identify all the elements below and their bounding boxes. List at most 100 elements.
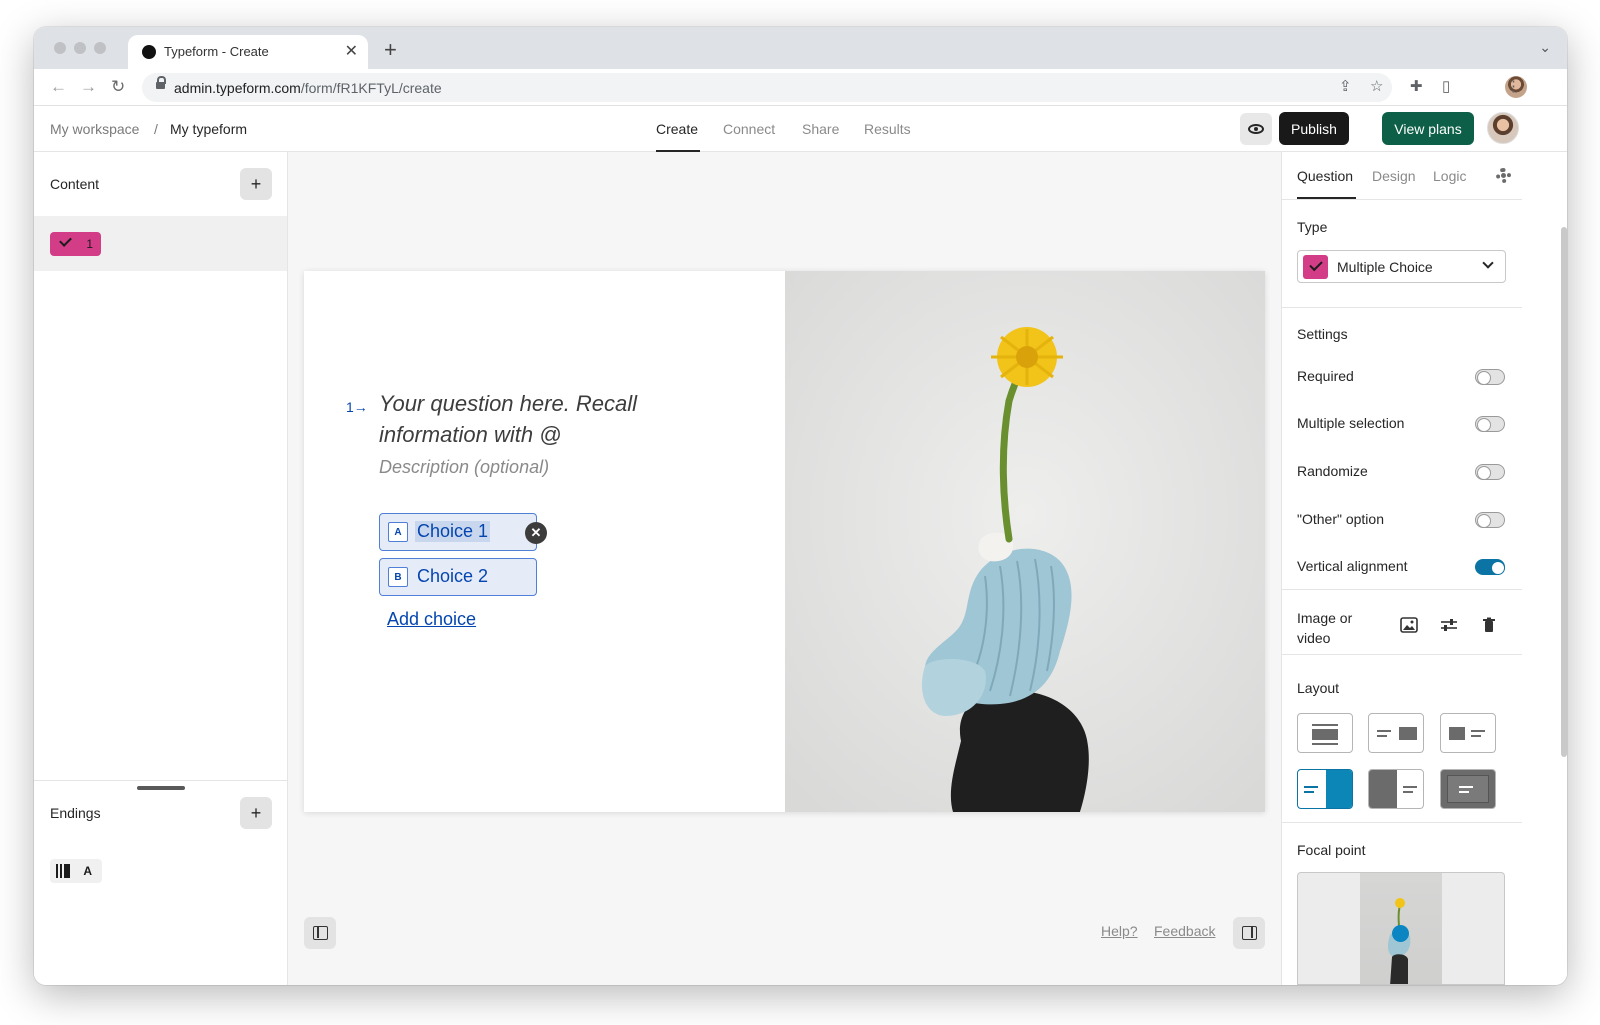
endings-divider bbox=[34, 780, 287, 781]
side-panel-icon[interactable]: ▯ bbox=[1442, 77, 1450, 95]
image-icon[interactable] bbox=[1400, 617, 1418, 633]
back-arrow-icon[interactable]: ← bbox=[50, 77, 67, 97]
tab-title: Typeform - Create bbox=[164, 44, 269, 59]
required-toggle[interactable] bbox=[1475, 369, 1505, 385]
extensions-puzzle-icon[interactable]: ✚ bbox=[1410, 77, 1423, 95]
multiple-choice-icon bbox=[1303, 255, 1328, 279]
url-path: /form/fR1KFTyL/create bbox=[300, 80, 442, 96]
breadcrumb-separator: / bbox=[154, 121, 158, 137]
help-link[interactable]: Help? bbox=[1101, 923, 1138, 939]
chevron-down-icon bbox=[1482, 257, 1494, 269]
setting-label-multiple-selection: Multiple selection bbox=[1297, 415, 1405, 431]
window-close-button[interactable] bbox=[54, 42, 66, 54]
choice-key: A bbox=[388, 522, 408, 542]
question-settings-panel: Question Design Logic Type Multiple Choi… bbox=[1281, 152, 1567, 985]
other-option-toggle[interactable] bbox=[1475, 512, 1505, 528]
setting-label-randomize: Randomize bbox=[1297, 463, 1368, 479]
trash-icon[interactable] bbox=[1480, 617, 1498, 633]
focal-point-picker[interactable] bbox=[1297, 872, 1505, 985]
choice-label-input[interactable]: Choice 2 bbox=[417, 566, 488, 587]
layout-option-image-top[interactable] bbox=[1297, 713, 1353, 753]
resize-handle[interactable] bbox=[137, 786, 185, 790]
tab-connect[interactable]: Connect bbox=[723, 121, 775, 137]
section-divider bbox=[1282, 822, 1522, 823]
section-divider bbox=[1282, 589, 1522, 590]
browser-tab[interactable]: Typeform - Create ✕ bbox=[128, 35, 368, 69]
ending-letter: A bbox=[83, 864, 92, 878]
editor-canvas: 1→ Your question here. Recall informatio… bbox=[288, 152, 1281, 985]
question-type-select[interactable]: Multiple Choice bbox=[1297, 250, 1506, 283]
question-description-input[interactable]: Description (optional) bbox=[379, 457, 549, 478]
layout-option-split-right[interactable] bbox=[1297, 769, 1353, 809]
question-number: 1 bbox=[86, 237, 93, 251]
tab-close-icon[interactable]: ✕ bbox=[345, 41, 358, 61]
question-type-value: Multiple Choice bbox=[1337, 259, 1433, 275]
preview-button[interactable] bbox=[1240, 113, 1272, 145]
flower-sculpture-image bbox=[785, 271, 1265, 812]
endings-title: Endings bbox=[50, 805, 101, 821]
ending-list-item[interactable]: A bbox=[50, 859, 102, 883]
user-avatar[interactable] bbox=[1487, 112, 1519, 144]
setting-label-vertical-alignment: Vertical alignment bbox=[1297, 558, 1408, 574]
publish-button[interactable]: Publish bbox=[1279, 112, 1349, 145]
vertical-alignment-toggle[interactable] bbox=[1475, 559, 1505, 575]
tab-share[interactable]: Share bbox=[802, 121, 839, 137]
layout-option-image-left[interactable] bbox=[1440, 713, 1496, 753]
question-list-item[interactable]: 1 bbox=[34, 216, 287, 271]
adjust-sliders-icon[interactable] bbox=[1440, 617, 1458, 633]
tab-results[interactable]: Results bbox=[864, 121, 911, 137]
feedback-link[interactable]: Feedback bbox=[1154, 923, 1215, 939]
eye-icon bbox=[1248, 124, 1264, 134]
browser-toolbar: ← → ↻ admin.typeform.com/form/fR1KFTyL/c… bbox=[34, 69, 1567, 106]
focal-point-title: Focal point bbox=[1297, 842, 1366, 858]
question-title-input[interactable]: Your question here. Recall information w… bbox=[379, 388, 679, 450]
url-text: admin.typeform.com/form/fR1KFTyL/create bbox=[174, 80, 442, 96]
arrow-right-icon: → bbox=[353, 399, 368, 415]
image-or-video-title: Image or video bbox=[1297, 608, 1352, 648]
focal-point-marker[interactable] bbox=[1392, 925, 1409, 942]
tab-question[interactable]: Question bbox=[1297, 168, 1353, 184]
layout-option-background[interactable] bbox=[1440, 769, 1496, 809]
share-icon[interactable]: ⇪ bbox=[1339, 77, 1352, 95]
layout-option-image-right[interactable] bbox=[1368, 713, 1424, 753]
bookmark-star-icon[interactable]: ☆ bbox=[1370, 77, 1383, 95]
forward-arrow-icon[interactable]: → bbox=[80, 77, 97, 97]
add-ending-button[interactable]: + bbox=[240, 797, 272, 829]
lock-icon bbox=[156, 76, 166, 92]
app-header: My workspace / My typeform Create Connec… bbox=[34, 106, 1567, 152]
setting-label-other-option: "Other" option bbox=[1297, 511, 1384, 527]
collapse-left-panel-button[interactable] bbox=[304, 917, 336, 949]
tab-design[interactable]: Design bbox=[1372, 168, 1416, 184]
checkmark-icon bbox=[59, 234, 72, 247]
view-plans-button[interactable]: View plans bbox=[1382, 112, 1474, 145]
tab-logic[interactable]: Logic bbox=[1433, 168, 1466, 184]
remove-choice-icon[interactable]: ✕ bbox=[525, 522, 547, 544]
tab-search-chevron-icon[interactable]: ⌄ bbox=[1539, 39, 1551, 56]
multiple-selection-toggle[interactable] bbox=[1475, 416, 1505, 432]
randomize-toggle[interactable] bbox=[1475, 464, 1505, 480]
gear-icon[interactable] bbox=[1496, 168, 1511, 183]
choice-option[interactable]: A Choice 1 bbox=[379, 513, 537, 551]
address-bar[interactable]: admin.typeform.com/form/fR1KFTyL/create bbox=[142, 73, 1392, 102]
new-tab-button[interactable]: + bbox=[384, 37, 397, 63]
settings-scrollbar[interactable] bbox=[1561, 227, 1567, 757]
breadcrumb-form-name[interactable]: My typeform bbox=[170, 121, 247, 137]
reload-icon[interactable]: ↻ bbox=[111, 77, 125, 97]
layout-option-split-left[interactable] bbox=[1368, 769, 1424, 809]
settings-title: Settings bbox=[1297, 326, 1348, 342]
question-image[interactable] bbox=[785, 271, 1265, 812]
window-minimize-button[interactable] bbox=[74, 42, 86, 54]
add-choice-link[interactable]: Add choice bbox=[387, 609, 476, 630]
tab-create[interactable]: Create bbox=[656, 121, 698, 137]
breadcrumb-workspace[interactable]: My workspace bbox=[50, 121, 139, 137]
question-number-text: 1 bbox=[346, 399, 354, 415]
window-zoom-button[interactable] bbox=[94, 42, 106, 54]
media-title-line: Image or bbox=[1297, 610, 1353, 626]
browser-menu-icon[interactable]: ⋮ bbox=[1506, 77, 1521, 95]
collapse-right-panel-button[interactable] bbox=[1233, 917, 1265, 949]
question-card: 1→ Your question here. Recall informatio… bbox=[304, 271, 1265, 812]
url-host: admin.typeform.com bbox=[174, 80, 301, 96]
choice-label-input[interactable]: Choice 1 bbox=[415, 521, 491, 542]
add-content-button[interactable]: + bbox=[240, 168, 272, 200]
choice-option[interactable]: B Choice 2 bbox=[379, 558, 537, 596]
